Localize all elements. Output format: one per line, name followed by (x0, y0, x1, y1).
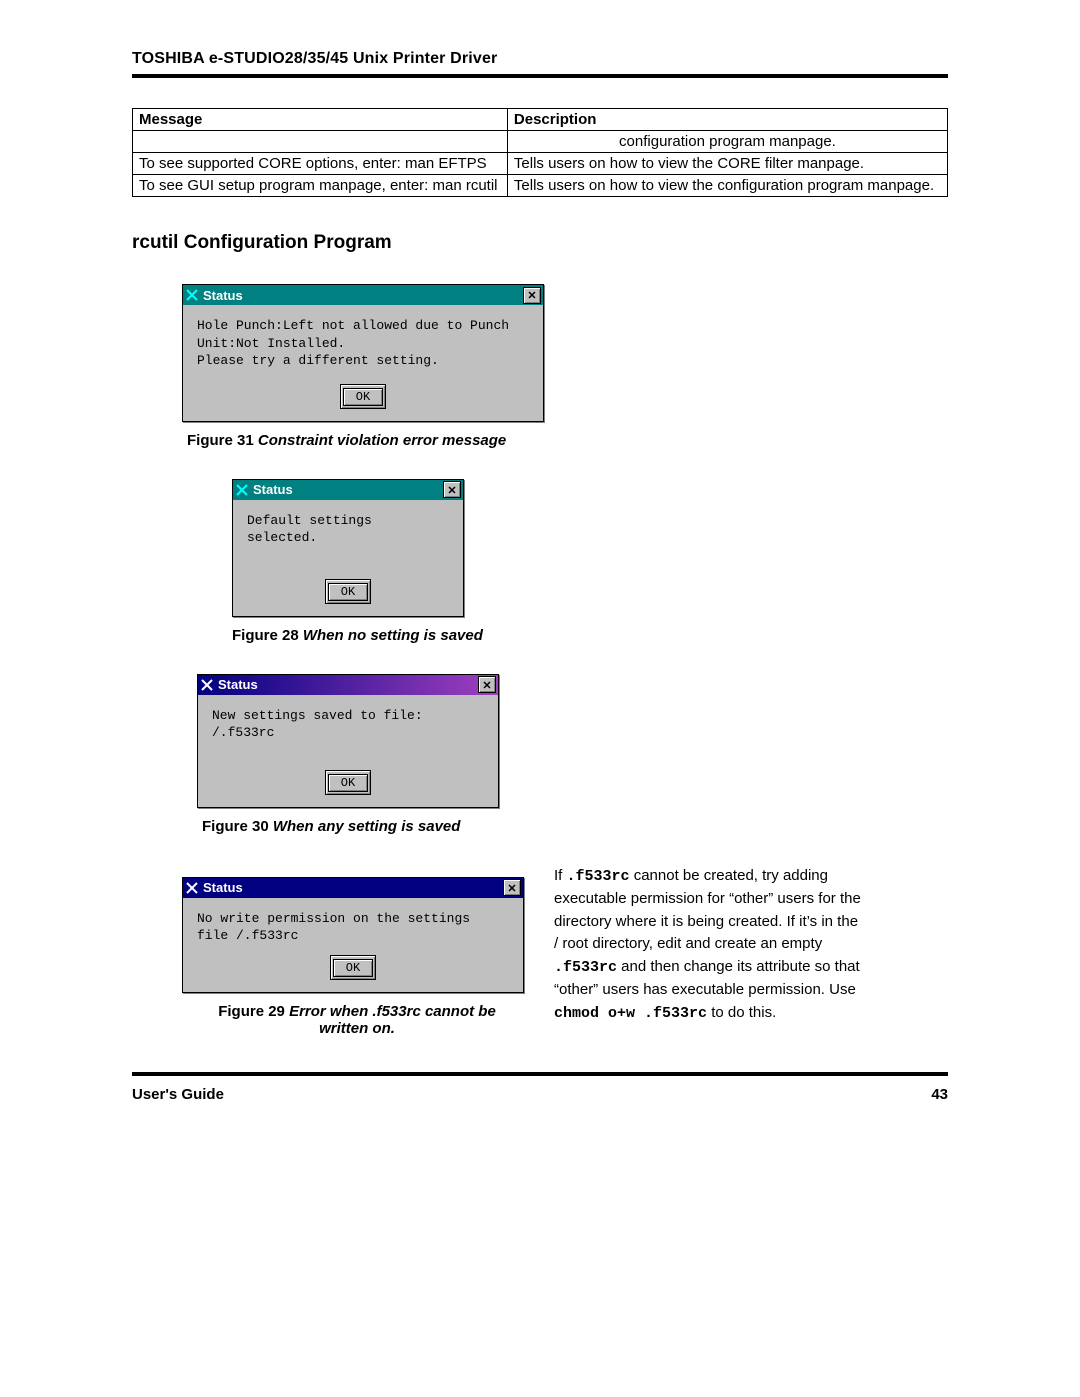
status-dialog: Status Hole Punch:Left not allowed due t… (182, 284, 544, 422)
status-dialog: Status New settings saved to file: /.f53… (197, 674, 499, 808)
dialog-title: Status (203, 880, 503, 895)
ok-button[interactable]: OK (328, 774, 368, 792)
button-row: OK (198, 764, 498, 807)
ok-button[interactable]: OK (333, 959, 373, 977)
dialog-figure-30: Status New settings saved to file: /.f53… (197, 674, 948, 808)
close-button[interactable] (478, 676, 496, 693)
ok-button[interactable]: OK (343, 388, 383, 406)
page-number: 43 (931, 1086, 948, 1103)
table-row: To see supported CORE options, enter: ma… (133, 153, 948, 175)
app-icon (235, 483, 249, 497)
help-paragraph: If .f533rc cannot be created, try adding… (554, 865, 864, 1026)
dialog-message: Default settings selected. (233, 500, 463, 573)
figure-caption: Figure 30 When any setting is saved (202, 818, 948, 835)
cell-desc: configuration program manpage. (507, 131, 947, 153)
bottom-row: Status No write permission on the settin… (132, 865, 948, 1037)
cell-desc: Tells users on how to view the CORE filt… (507, 153, 947, 175)
ok-button-frame: OK (325, 770, 371, 795)
figure-caption: Figure 29 Error when .f533rc cannot be w… (192, 1003, 522, 1037)
section-heading: rcutil Configuration Program (132, 232, 948, 254)
dialog-figure-31: Status Hole Punch:Left not allowed due t… (182, 284, 948, 422)
titlebar: Status (183, 878, 523, 898)
col-message: Message (133, 109, 508, 131)
status-dialog: Status Default settings selected. OK (232, 479, 464, 617)
cell-msg (133, 131, 508, 153)
dialog-message: Hole Punch:Left not allowed due to Punch… (183, 305, 543, 378)
figure-caption: Figure 28 When no setting is saved (232, 627, 948, 644)
dialog-message: New settings saved to file: /.f533rc (198, 695, 498, 764)
button-row: OK (183, 949, 523, 992)
ok-button-frame: OK (325, 579, 371, 604)
ok-button-frame: OK (330, 955, 376, 980)
dialog-title: Status (203, 288, 523, 303)
footer-left: User's Guide (132, 1086, 224, 1103)
dialog-title: Status (218, 677, 478, 692)
ok-button-frame: OK (340, 384, 386, 409)
cell-desc: Tells users on how to view the configura… (507, 175, 947, 197)
footer: User's Guide 43 (132, 1086, 948, 1103)
titlebar: Status (183, 285, 543, 305)
table-row: configuration program manpage. (133, 131, 948, 153)
dialog-figure-28: Status Default settings selected. OK (232, 479, 948, 617)
dialog-message: No write permission on the settings file… (183, 898, 523, 949)
cell-msg: To see GUI setup program manpage, enter:… (133, 175, 508, 197)
titlebar: Status (233, 480, 463, 500)
close-button[interactable] (503, 879, 521, 896)
titlebar: Status (198, 675, 498, 695)
footer-rule (132, 1072, 948, 1076)
ok-button[interactable]: OK (328, 583, 368, 601)
app-icon (200, 678, 214, 692)
col-description: Description (507, 109, 947, 131)
page: TOSHIBA e-STUDIO28/35/45 Unix Printer Dr… (0, 0, 1080, 1143)
cell-msg: To see supported CORE options, enter: ma… (133, 153, 508, 175)
table-row: To see GUI setup program manpage, enter:… (133, 175, 948, 197)
close-button[interactable] (443, 481, 461, 498)
app-icon (185, 881, 199, 895)
figure-caption: Figure 31 Constraint violation error mes… (187, 432, 948, 449)
button-row: OK (183, 378, 543, 421)
header-rule (132, 74, 948, 78)
close-button[interactable] (523, 287, 541, 304)
dialog-figure-29: Status No write permission on the settin… (182, 877, 524, 993)
dialog-title: Status (253, 482, 443, 497)
page-header: TOSHIBA e-STUDIO28/35/45 Unix Printer Dr… (132, 50, 948, 68)
button-row: OK (233, 573, 463, 616)
status-dialog: Status No write permission on the settin… (182, 877, 524, 993)
message-table: Message Description configuration progra… (132, 108, 948, 197)
app-icon (185, 288, 199, 302)
